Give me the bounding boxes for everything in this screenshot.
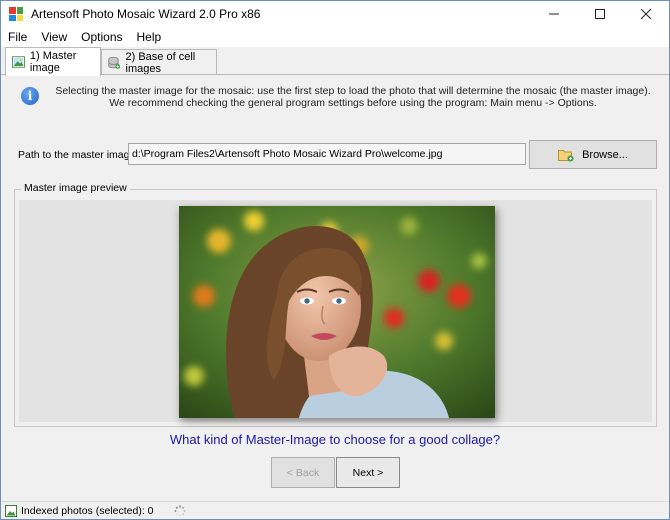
menu-file[interactable]: File [1, 27, 34, 47]
menu-bar: File View Options Help [1, 27, 669, 47]
tab-master-label: 1) Master image [29, 50, 77, 74]
maximize-icon [595, 9, 605, 19]
status-text: Indexed photos (selected): 0 [21, 504, 154, 517]
info-row: i Selecting the master image for the mos… [21, 85, 661, 109]
info-icon: i [21, 87, 39, 105]
minimize-button[interactable] [531, 1, 577, 27]
window-controls [531, 1, 669, 27]
browse-label: Browse... [582, 148, 628, 161]
info-text: Selecting the master image for the mosai… [55, 85, 651, 109]
folder-add-icon [558, 149, 574, 161]
database-icon [108, 56, 121, 69]
back-button[interactable]: < Back [271, 457, 335, 488]
status-bar: Indexed photos (selected): 0 [1, 501, 669, 519]
app-icon [9, 7, 23, 21]
menu-view[interactable]: View [34, 27, 74, 47]
main-window: Artensoft Photo Mosaic Wizard 2.0 Pro x8… [0, 0, 670, 520]
portrait-photo-image [179, 206, 495, 418]
next-button[interactable]: Next > [336, 457, 400, 488]
indexed-photos-icon [5, 504, 17, 517]
close-button[interactable] [623, 1, 669, 27]
tab-base-label: 2) Base of cell images [125, 50, 196, 75]
master-image-preview-group: Master image preview [14, 182, 657, 427]
browse-button[interactable]: Browse... [529, 140, 657, 169]
path-label: Path to the master image: [18, 149, 139, 161]
menu-options[interactable]: Options [74, 27, 129, 47]
tab-base-cell-images[interactable]: 2) Base of cell images [101, 49, 217, 75]
window-title: Artensoft Photo Mosaic Wizard 2.0 Pro x8… [31, 7, 261, 21]
maximize-button[interactable] [577, 1, 623, 27]
master-image-panel: i Selecting the master image for the mos… [1, 75, 669, 501]
preview-area [19, 200, 652, 422]
tab-master-image[interactable]: 1) Master image [5, 47, 101, 76]
title-bar[interactable]: Artensoft Photo Mosaic Wizard 2.0 Pro x8… [1, 1, 669, 27]
minimize-icon [549, 13, 559, 15]
master-image-photo [179, 206, 495, 418]
picture-icon [12, 56, 25, 68]
master-image-path-input[interactable]: d:\Program Files2\Artensoft Photo Mosaic… [128, 143, 526, 165]
master-image-help-link[interactable]: What kind of Master-Image to choose for … [1, 432, 669, 447]
close-icon [641, 9, 651, 19]
preview-legend: Master image preview [21, 182, 130, 194]
menu-help[interactable]: Help [130, 27, 169, 47]
loading-spinner-icon [174, 504, 186, 516]
tab-strip: 1) Master image 2) Base of cell images [1, 47, 669, 76]
